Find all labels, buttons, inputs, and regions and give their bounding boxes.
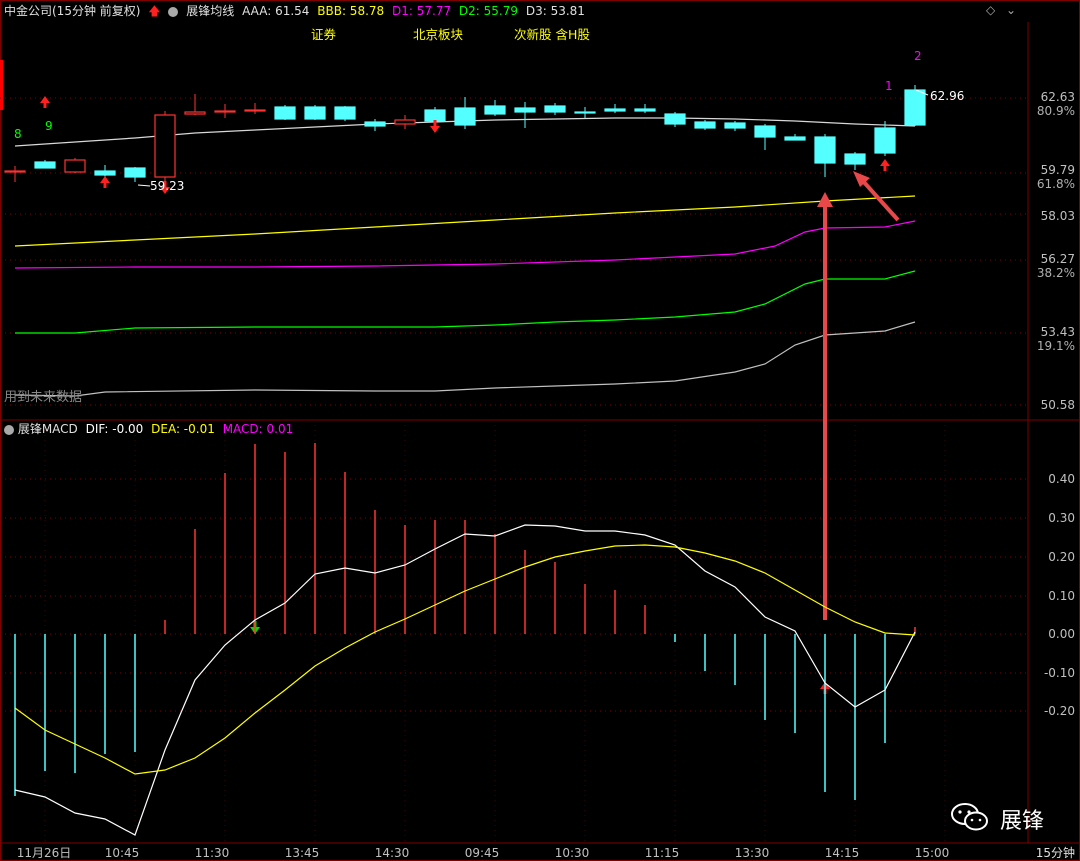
macd-axis-label: -0.10 <box>1044 666 1075 680</box>
up-arrow-icon <box>880 159 890 171</box>
up-arrow-icon <box>100 176 110 188</box>
macd-name[interactable]: 展锋MACD <box>18 422 78 436</box>
time-axis-label: 15:00 <box>915 846 950 860</box>
d3-value: D3: 53.81 <box>525 4 585 18</box>
candlestick[interactable] <box>394 115 416 129</box>
candlestick[interactable] <box>4 166 26 182</box>
candlestick[interactable] <box>724 121 746 131</box>
d1-value: D1: 57.77 <box>392 4 452 18</box>
candlestick[interactable] <box>214 104 236 118</box>
diamond-icon[interactable]: ◇ <box>986 3 995 17</box>
candlestick[interactable] <box>814 134 836 177</box>
watermark: 展锋 <box>1000 809 1045 834</box>
candlestick[interactable] <box>874 121 896 156</box>
macd-axis-label: 0.20 <box>1048 550 1075 564</box>
price-axis-label: 58.03 <box>1041 209 1075 223</box>
candlestick[interactable] <box>694 120 716 130</box>
tag-new-stock: 次新股 含H股 <box>514 27 590 42</box>
time-axis-label: 09:45 <box>465 846 500 860</box>
candlestick[interactable] <box>454 97 476 129</box>
macd-axis-label: 0.40 <box>1048 472 1075 486</box>
candlestick[interactable] <box>514 102 536 128</box>
time-axis-label: 10:45 <box>105 846 140 860</box>
price-axis-label: 19.1% <box>1037 339 1075 353</box>
aaa-value: AAA: 61.54 <box>242 4 310 18</box>
price-axis-label: 50.58 <box>1041 398 1075 412</box>
time-axis-label: 14:30 <box>375 846 410 860</box>
low-price-label: 59.23 <box>150 179 184 193</box>
high-price-label: 62.96 <box>930 89 964 103</box>
bbb-value: BBB: 58.78 <box>317 4 385 18</box>
candlestick[interactable] <box>304 105 326 120</box>
d2-value: D2: 55.79 <box>458 4 519 18</box>
time-axis-label: 10:30 <box>555 846 590 860</box>
time-axis-label: 11:30 <box>195 846 230 860</box>
candlestick[interactable] <box>604 104 626 113</box>
d2-line <box>15 270 916 334</box>
candlestick[interactable] <box>94 165 116 177</box>
macd-axis-label: 0.30 <box>1048 511 1075 525</box>
candlestick[interactable] <box>124 167 146 182</box>
candlestick[interactable] <box>904 85 926 126</box>
macd-header: 展锋MACD DIF: -0.00 DEA: -0.01 MACD: 0.01 <box>4 419 293 439</box>
wechat-icon <box>951 803 988 831</box>
d1-line <box>14 220 916 269</box>
candlestick[interactable] <box>664 112 686 127</box>
dif-value: DIF: -0.00 <box>85 422 144 436</box>
price-axis-label: 53.43 <box>1041 325 1075 339</box>
time-axis-label: 13:45 <box>285 846 320 860</box>
count-label: 9 <box>45 119 53 133</box>
up-arrow-icon: 🡅 <box>148 4 161 18</box>
stock-title[interactable]: 中金公司(15分钟 前复权) <box>4 4 140 18</box>
macd-axis-label: 0.10 <box>1048 589 1075 603</box>
price-axis-label: 59.79 <box>1041 163 1075 177</box>
settings-icon[interactable] <box>4 424 14 435</box>
price-axis-label: 62.63 <box>1041 90 1075 104</box>
candlestick[interactable] <box>844 152 866 170</box>
price-axis-label: 80.9% <box>1037 104 1075 118</box>
count-label: 1 <box>885 79 893 93</box>
count-label: 2 <box>914 49 922 63</box>
up-arrow-icon <box>40 96 50 108</box>
time-axis-label: 11:15 <box>645 846 680 860</box>
candlestick[interactable] <box>784 134 806 141</box>
macd-value: MACD: 0.01 <box>222 422 294 436</box>
period-label[interactable]: 15分钟 <box>1036 845 1075 860</box>
indicator-name[interactable]: 展锋均线 <box>186 4 234 18</box>
price-axis-label: 38.2% <box>1037 266 1075 280</box>
candlestick[interactable] <box>274 105 296 120</box>
candlestick[interactable] <box>574 107 596 118</box>
dea-value: DEA: -0.01 <box>151 422 215 436</box>
candlestick[interactable] <box>364 119 386 131</box>
price-axis-label: 56.27 <box>1041 252 1075 266</box>
settings-icon[interactable] <box>168 6 179 17</box>
candlestick[interactable] <box>184 94 206 115</box>
chart-header: 中金公司(15分钟 前复权) 🡅 展锋均线 AAA: 61.54 BBB: 58… <box>0 0 1080 22</box>
bbb-line <box>14 195 916 247</box>
candlestick[interactable] <box>544 103 566 115</box>
price-axis-label: 61.8% <box>1037 177 1075 191</box>
tag-securities: 证券 <box>311 27 337 42</box>
time-axis-label: 13:30 <box>735 846 770 860</box>
tag-beijing: 北京板块 <box>413 27 464 42</box>
future-data-note: 用到未来数据 <box>4 390 83 405</box>
candlestick[interactable] <box>754 124 776 150</box>
time-axis-label: 14:15 <box>825 846 860 860</box>
candlestick[interactable] <box>484 100 506 116</box>
candlestick[interactable] <box>334 106 356 121</box>
candlestick[interactable] <box>64 158 86 173</box>
time-axis-label: 11月26日 <box>17 846 72 860</box>
candlestick[interactable] <box>34 160 56 169</box>
candlestick[interactable] <box>634 104 656 113</box>
count-label: 8 <box>14 127 22 141</box>
candlestick[interactable] <box>244 103 266 114</box>
macd-axis-label: 0.00 <box>1048 627 1075 641</box>
chevron-down-icon[interactable]: ⌄ <box>1006 3 1016 17</box>
macd-axis-label: -0.20 <box>1044 704 1075 718</box>
